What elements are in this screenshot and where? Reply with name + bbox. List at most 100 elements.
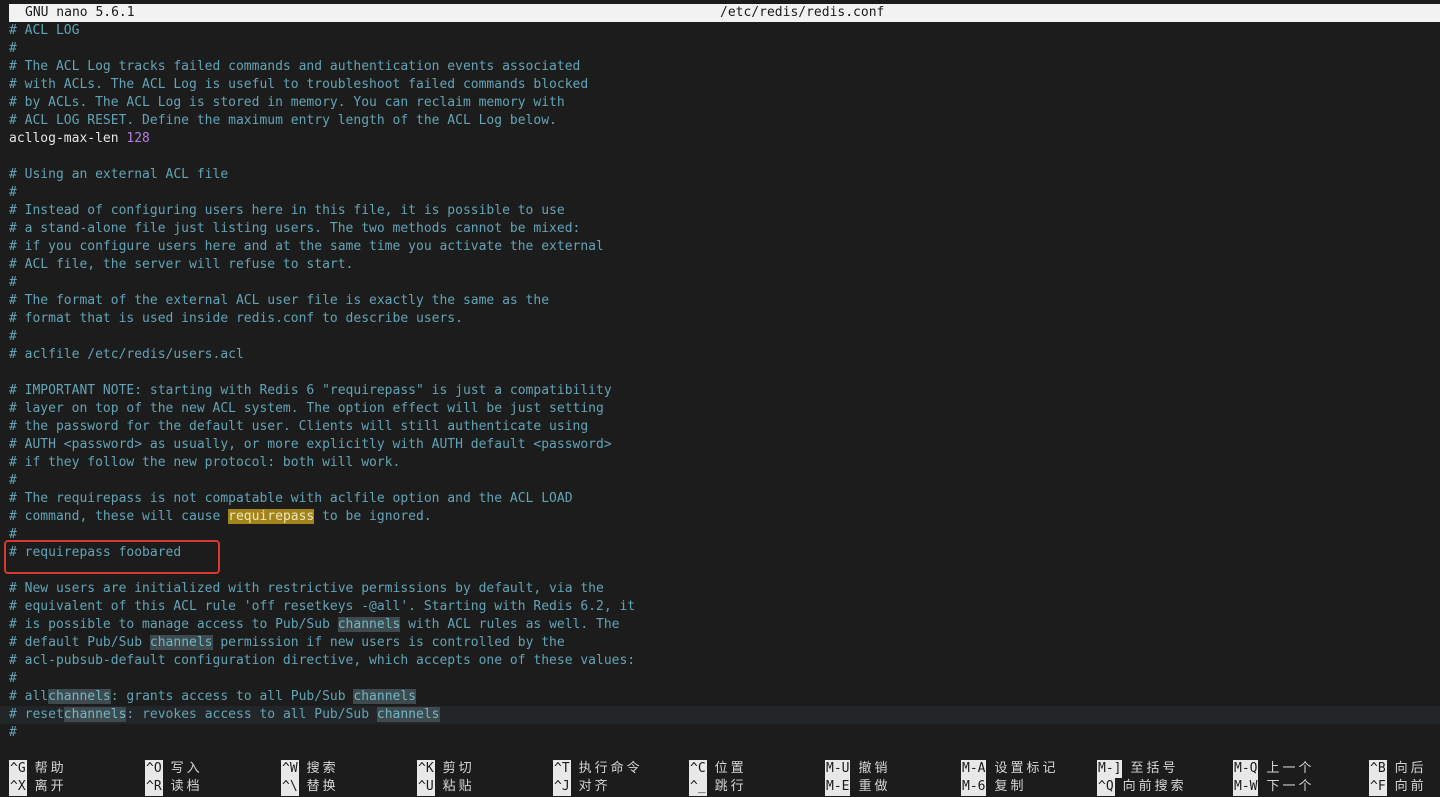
shortcut-label: 对齐 <box>578 779 611 794</box>
shortcut-label: 复制 <box>994 779 1027 794</box>
editor-line: # ACL LOG <box>9 23 80 38</box>
editor-line: # resetchannels: revokes access to all P… <box>9 707 440 722</box>
editor-line: # <box>9 275 17 290</box>
shortcut-label: 帮助 <box>34 761 67 776</box>
shortcut-item[interactable]: ^C 位置 <box>689 760 747 778</box>
editor-line: # Instead of configuring users here in t… <box>9 203 565 218</box>
shortcut-item[interactable]: ^U 粘贴 <box>417 778 475 796</box>
editor-line: # The requirepass is not compatable with… <box>9 491 573 506</box>
shortcut-item[interactable]: ^J 对齐 <box>553 778 611 796</box>
editor-text-area[interactable]: # ACL LOG # # The ACL Log tracks failed co… <box>0 22 1440 752</box>
shortcut-label: 剪切 <box>442 761 475 776</box>
shortcut-item[interactable]: ^T 执行命令 <box>553 760 643 778</box>
match-highlight: channels <box>149 635 213 650</box>
shortcut-label: 执行命令 <box>578 761 643 776</box>
shortcut-key: ^F <box>1369 778 1387 796</box>
shortcut-item[interactable]: M-U 撤销 <box>825 760 891 778</box>
editor-line: # The ACL Log tracks failed commands and… <box>9 59 581 74</box>
shortcut-label: 设置标记 <box>994 761 1059 776</box>
shortcut-bar: ^G 帮助 ^X 离开 ^O 写入 ^R 读档 ^W 搜索 ^\ 替换 ^K 剪切 ^U 粘贴 ^T 执行命令 ^J… <box>0 760 1440 796</box>
shortcut-key: M-E <box>825 778 851 796</box>
shortcut-item[interactable]: ^B 向后 <box>1369 760 1427 778</box>
editor-line: # acl-pubsub-default configuration direc… <box>9 653 636 668</box>
match-highlight: channels <box>353 689 417 704</box>
shortcut-label: 读档 <box>170 779 203 794</box>
editor-line: # IMPORTANT NOTE: starting with Redis 6 … <box>9 383 612 398</box>
shortcut-label: 替换 <box>306 779 339 794</box>
shortcut-label: 搜索 <box>306 761 339 776</box>
shortcut-item[interactable]: M-A 设置标记 <box>961 760 1059 778</box>
shortcut-label: 写入 <box>170 761 203 776</box>
shortcut-item[interactable]: ^K 剪切 <box>417 760 475 778</box>
shortcut-key: ^C <box>689 760 707 778</box>
shortcut-label: 下一个 <box>1266 779 1315 794</box>
shortcut-label: 位置 <box>714 761 747 776</box>
shortcut-label: 撤销 <box>858 761 891 776</box>
shortcut-item[interactable]: M-6 复制 <box>961 778 1027 796</box>
shortcut-item[interactable]: M-E 重做 <box>825 778 891 796</box>
shortcut-key: M-U <box>825 760 851 778</box>
shortcut-item[interactable]: ^\ 替换 <box>281 778 339 796</box>
shortcut-key: ^W <box>281 760 299 778</box>
editor-line: # New users are initialized with restric… <box>9 581 604 596</box>
shortcut-label: 至括号 <box>1130 761 1179 776</box>
shortcut-item[interactable]: ^W 搜索 <box>281 760 339 778</box>
shortcut-item[interactable]: M-] 至括号 <box>1097 760 1179 778</box>
shortcut-key: ^O <box>145 760 163 778</box>
editor-line: # the password for the default user. Cli… <box>9 419 589 434</box>
editor-line: # <box>9 473 17 488</box>
editor-line: # a stand-alone file just listing users.… <box>9 221 581 236</box>
app-version-label: GNU nano 5.6.1 <box>25 5 135 20</box>
editor-line: # if you configure users here and at the… <box>9 239 604 254</box>
title-bar: GNU nano 5.6.1 /etc/redis/redis.conf <box>0 4 1440 22</box>
shortcut-label: 向前搜索 <box>1122 779 1187 794</box>
shortcut-key: ^_ <box>689 778 707 796</box>
match-highlight: channels <box>48 689 111 704</box>
shortcut-key: ^B <box>1369 760 1387 778</box>
editor-line: # default Pub/Sub channels permission if… <box>9 635 565 650</box>
shortcut-label: 跳行 <box>714 779 747 794</box>
requirepass-annotation-box <box>4 540 220 574</box>
shortcut-item[interactable]: M-Q 上一个 <box>1233 760 1315 778</box>
shortcut-label: 重做 <box>858 779 891 794</box>
shortcut-key: ^\ <box>281 778 299 796</box>
shortcut-key: ^Q <box>1097 778 1115 796</box>
editor-line: # ACL LOG RESET. Define the maximum entr… <box>9 113 557 128</box>
editor-line: # AUTH <password> as usually, or more ex… <box>9 437 612 452</box>
shortcut-label: 粘贴 <box>442 779 475 794</box>
editor-line: # The format of the external ACL user fi… <box>9 293 550 308</box>
editor-line: # <box>9 185 17 200</box>
shortcut-key: ^T <box>553 760 571 778</box>
editor-line: # if they follow the new protocol: both … <box>9 455 401 470</box>
editor-line: # <box>9 41 17 56</box>
editor-line: # equivalent of this ACL rule 'off reset… <box>9 599 636 614</box>
shortcut-key: ^X <box>9 778 27 796</box>
shortcut-item[interactable]: M-W 下一个 <box>1233 778 1315 796</box>
shortcut-label: 向前 <box>1394 779 1427 794</box>
editor-line: # <box>9 329 17 344</box>
shortcut-item[interactable]: ^_ 跳行 <box>689 778 747 796</box>
editor-line: # <box>9 725 17 740</box>
editor-line: # format that is used inside redis.conf … <box>9 311 463 326</box>
editor-line: acllog-max-len 128 <box>9 131 150 146</box>
shortcut-label: 上一个 <box>1266 761 1315 776</box>
editor-line: # with ACLs. The ACL Log is useful to tr… <box>9 77 589 92</box>
shortcut-key: ^J <box>553 778 571 796</box>
shortcut-item[interactable]: ^G 帮助 <box>9 760 67 778</box>
shortcut-item[interactable]: ^X 离开 <box>9 778 67 796</box>
shortcut-item[interactable]: ^Q 向前搜索 <box>1097 778 1187 796</box>
shortcut-key: M-A <box>961 760 987 778</box>
shortcut-item[interactable]: ^F 向前 <box>1369 778 1427 796</box>
shortcut-key: M-W <box>1233 778 1259 796</box>
editor-line: # layer on top of the new ACL system. Th… <box>9 401 604 416</box>
shortcut-key: ^U <box>417 778 435 796</box>
match-highlight: channels <box>337 617 401 632</box>
shortcut-key: M-Q <box>1233 760 1259 778</box>
editor-line: # is possible to manage access to Pub/Su… <box>9 617 620 632</box>
match-highlight: channels <box>63 707 127 722</box>
shortcut-item[interactable]: ^O 写入 <box>145 760 203 778</box>
shortcut-item[interactable]: ^R 读档 <box>145 778 203 796</box>
editor-line: # <box>9 671 17 686</box>
file-path-label: /etc/redis/redis.conf <box>720 5 885 20</box>
shortcut-key: ^K <box>417 760 435 778</box>
